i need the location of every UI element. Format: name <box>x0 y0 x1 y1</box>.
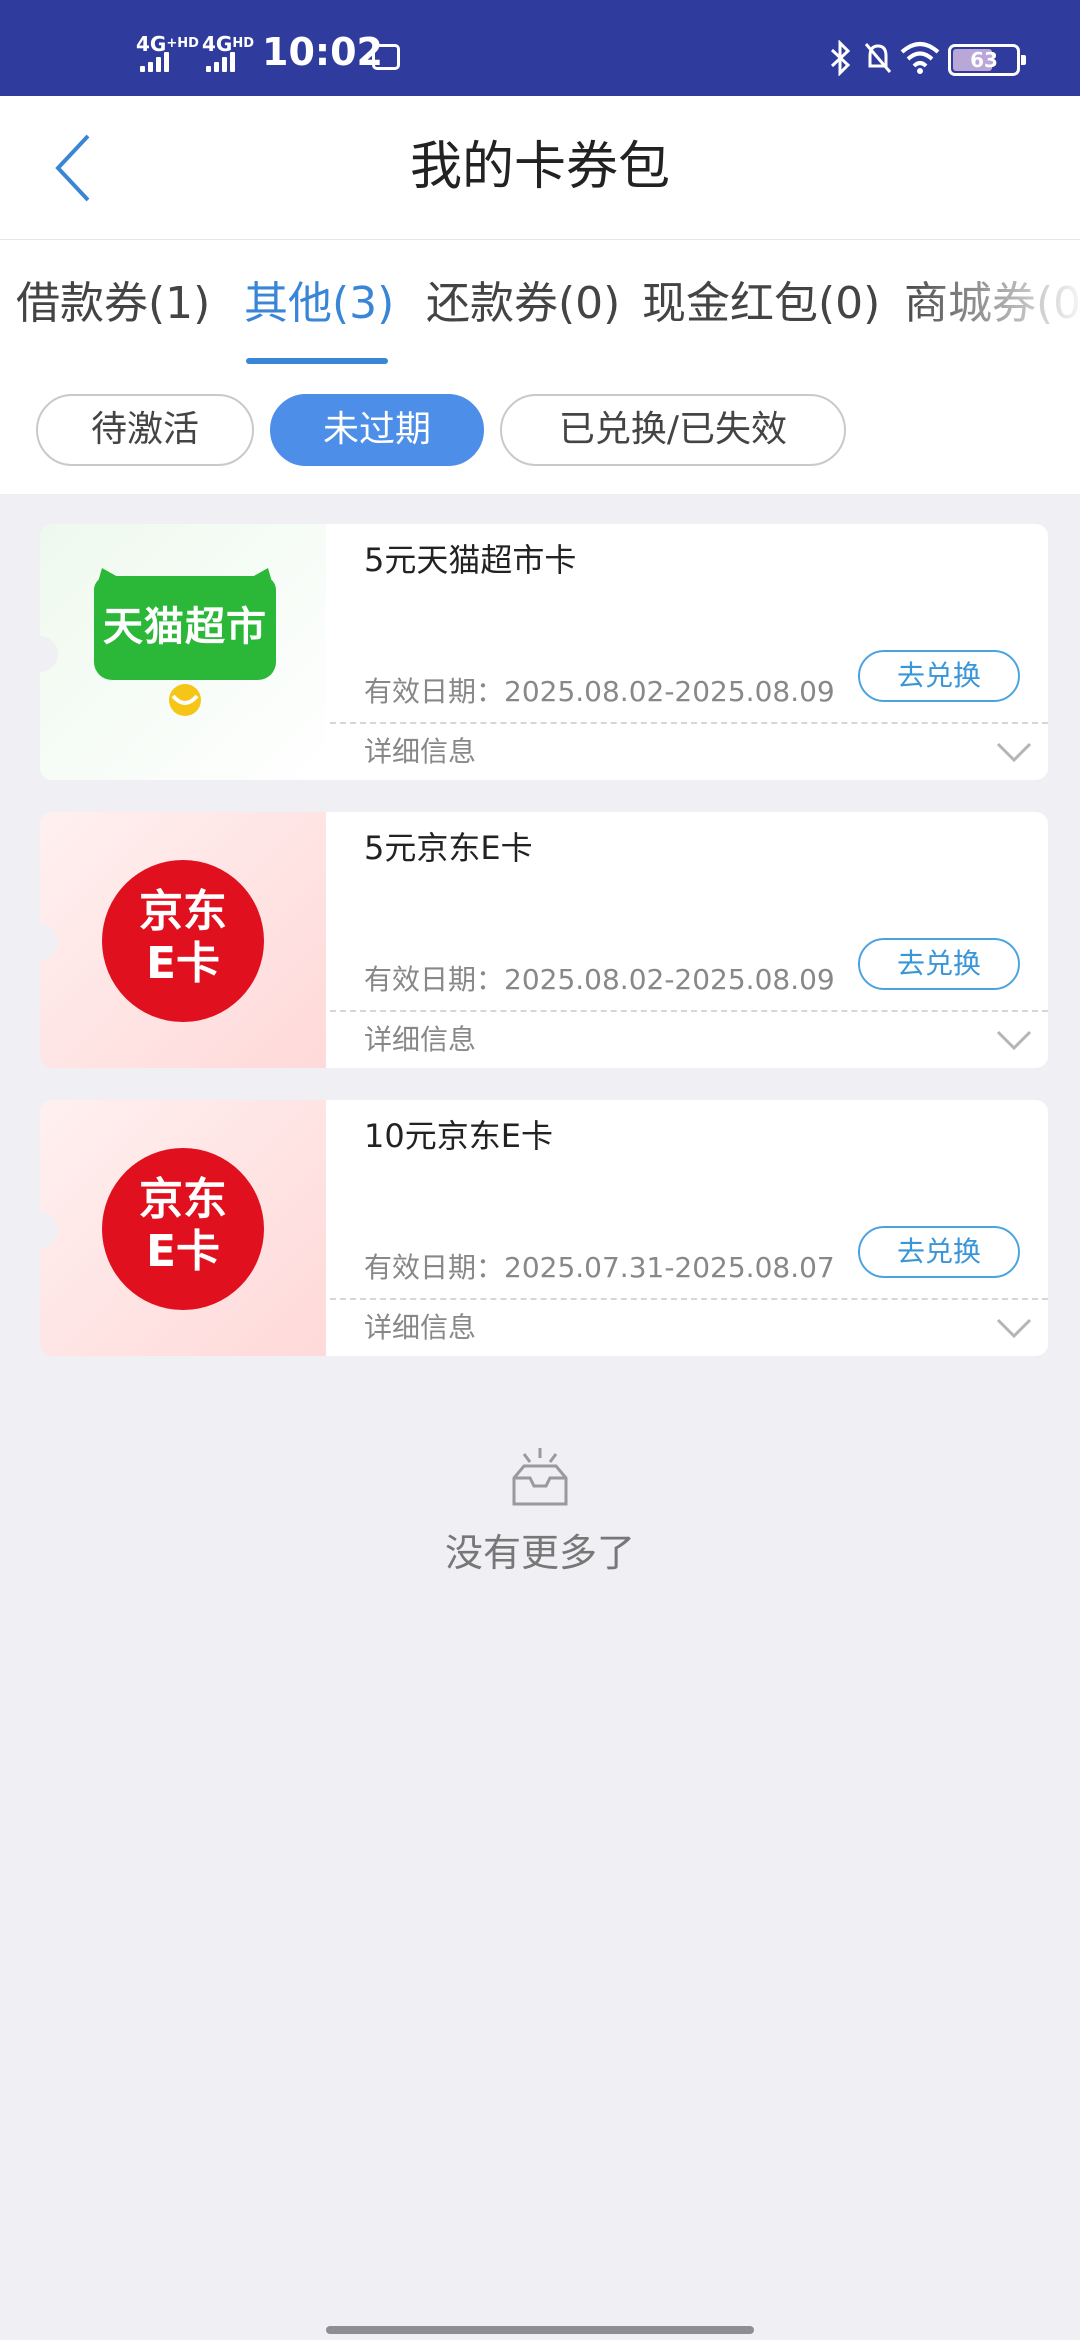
coupon-card: 天猫超市 5元天猫超市卡 有效日期：2025.08.02-2025.08.09 … <box>40 524 1048 780</box>
clock: 10:02 <box>262 30 383 74</box>
status-filters: 待激活 未过期 已兑换/已失效 <box>0 370 1080 494</box>
dashed-divider <box>330 1298 1048 1300</box>
card-logo-area: 天猫超市 <box>40 524 326 780</box>
tab-other[interactable]: 其他(3) <box>244 276 394 332</box>
details-toggle[interactable]: 详细信息 <box>364 1306 476 1350</box>
category-tabs: 借款券(1) 其他(3) 还款券(0) 现金红包(0) 商城券(0 <box>0 240 1080 370</box>
jd-logo-line1: 京东 <box>139 1174 227 1225</box>
filter-not-expired[interactable]: 未过期 <box>270 394 484 466</box>
network-indicator-1: 4G+HD <box>136 34 199 54</box>
network-indicator-2: 4GHD <box>202 34 254 54</box>
tab-repayment-coupons[interactable]: 还款券(0) <box>426 276 620 332</box>
coupon-name: 10元京东E卡 <box>364 1117 553 1155</box>
coupon-card: 京东 E卡 5元京东E卡 有效日期：2025.08.02-2025.08.09 … <box>40 812 1048 1068</box>
signal-bars-2-icon <box>206 52 235 72</box>
coupon-validity: 有效日期：2025.08.02-2025.08.09 <box>364 963 835 996</box>
jd-logo-line2: E卡 <box>145 1226 221 1277</box>
no-more-text: 没有更多了 <box>444 1531 635 1575</box>
wifi-icon <box>900 42 940 74</box>
battery-level: 63 <box>970 48 998 72</box>
network-sup-1: +HD <box>166 36 199 51</box>
status-bar: 4G+HD 4GHD 10:02 63 <box>0 0 1080 96</box>
redeem-button[interactable]: 去兑换 <box>858 650 1020 702</box>
dashed-divider <box>330 1010 1048 1012</box>
sim-card-icon <box>372 44 400 70</box>
tab-mall-coupons[interactable]: 商城券(0 <box>904 276 1080 332</box>
smile-icon <box>169 684 201 716</box>
tmall-supermarket-logo: 天猫超市 <box>94 568 276 724</box>
mute-bell-icon <box>864 43 892 73</box>
details-toggle[interactable]: 详细信息 <box>364 1018 476 1062</box>
app-header: 我的卡券包 <box>0 96 1080 240</box>
coupon-name: 5元天猫超市卡 <box>364 541 577 579</box>
active-tab-indicator <box>246 358 388 364</box>
redeem-button[interactable]: 去兑换 <box>858 938 1020 990</box>
chevron-down-icon[interactable] <box>994 740 1034 764</box>
coupon-validity: 有效日期：2025.08.02-2025.08.09 <box>364 675 835 708</box>
redeem-button[interactable]: 去兑换 <box>858 1226 1020 1278</box>
filter-redeemed-expired[interactable]: 已兑换/已失效 <box>500 394 846 466</box>
dashed-divider <box>330 722 1048 724</box>
empty-tray-icon <box>512 1448 568 1506</box>
tab-cash-red-packets[interactable]: 现金红包(0) <box>642 276 880 332</box>
coupon-validity: 有效日期：2025.07.31-2025.08.07 <box>364 1251 835 1284</box>
filter-pending-activation[interactable]: 待激活 <box>36 394 254 466</box>
page-title: 我的卡券包 <box>409 137 670 197</box>
signal-bars-1-icon <box>140 52 169 72</box>
chevron-down-icon[interactable] <box>994 1028 1034 1052</box>
chevron-down-icon[interactable] <box>994 1316 1034 1340</box>
coupon-name: 5元京东E卡 <box>364 829 533 867</box>
card-logo-area: 京东 E卡 <box>40 1100 326 1356</box>
jd-ecard-logo: 京东 E卡 <box>102 860 264 1022</box>
jd-logo-line2: E卡 <box>145 938 221 989</box>
coupon-card: 京东 E卡 10元京东E卡 有效日期：2025.07.31-2025.08.07… <box>40 1100 1048 1356</box>
network-sup-2: HD <box>232 36 255 51</box>
card-logo-area: 京东 E卡 <box>40 812 326 1068</box>
jd-ecard-logo: 京东 E卡 <box>102 1148 264 1310</box>
battery-icon: 63 <box>948 44 1026 76</box>
bluetooth-icon <box>830 40 851 76</box>
details-toggle[interactable]: 详细信息 <box>364 730 476 774</box>
jd-logo-line1: 京东 <box>139 886 227 937</box>
home-indicator[interactable] <box>326 2326 754 2334</box>
tmall-logo-text: 天猫超市 <box>103 604 267 650</box>
tab-loan-coupons[interactable]: 借款券(1) <box>16 276 210 332</box>
